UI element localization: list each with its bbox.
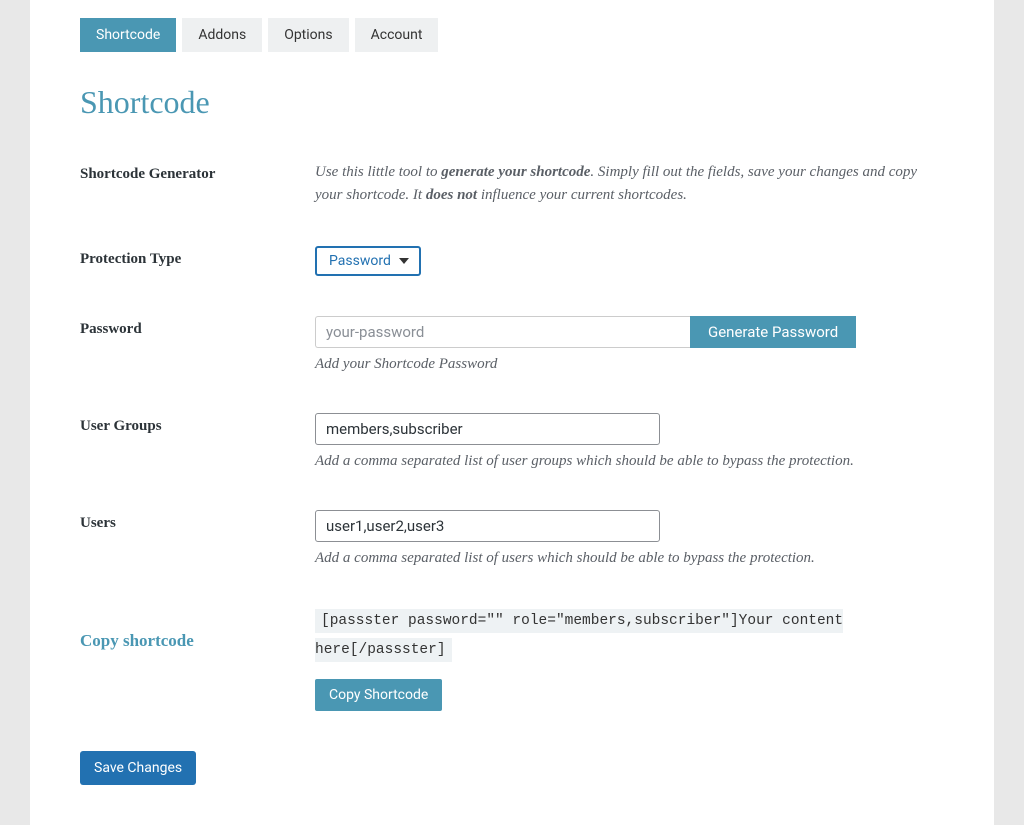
tab-account[interactable]: Account — [355, 18, 439, 52]
generate-password-button[interactable]: Generate Password — [690, 316, 856, 348]
password-input[interactable] — [315, 316, 690, 348]
protection-type-select[interactable]: Password — [315, 246, 421, 276]
tab-addons[interactable]: Addons — [182, 18, 262, 52]
tab-options[interactable]: Options — [268, 18, 348, 52]
user-groups-hint: Add a comma separated list of user group… — [315, 453, 944, 470]
generator-intro: Use this little tool to generate your sh… — [315, 161, 944, 206]
password-label: Password — [80, 321, 142, 337]
tab-shortcode[interactable]: Shortcode — [80, 18, 176, 52]
protection-type-value: Password — [329, 253, 391, 269]
user-groups-input[interactable] — [315, 413, 660, 445]
copy-shortcode-label: Copy shortcode — [80, 631, 194, 650]
copy-shortcode-button[interactable]: Copy Shortcode — [315, 679, 442, 711]
tab-bar: Shortcode Addons Options Account — [80, 18, 944, 52]
chevron-down-icon — [399, 258, 409, 264]
generator-label: Shortcode Generator — [80, 166, 215, 182]
users-input[interactable] — [315, 510, 660, 542]
settings-panel: Shortcode Addons Options Account Shortco… — [30, 0, 994, 825]
users-label: Users — [80, 515, 116, 531]
save-changes-button[interactable]: Save Changes — [80, 751, 196, 785]
password-hint: Add your Shortcode Password — [315, 356, 944, 373]
users-hint: Add a comma separated list of users whic… — [315, 550, 944, 567]
page-title: Shortcode — [80, 84, 944, 121]
shortcode-output: [passster password="" role="members,subs… — [315, 607, 944, 665]
user-groups-label: User Groups — [80, 418, 162, 434]
protection-type-label: Protection Type — [80, 251, 181, 267]
